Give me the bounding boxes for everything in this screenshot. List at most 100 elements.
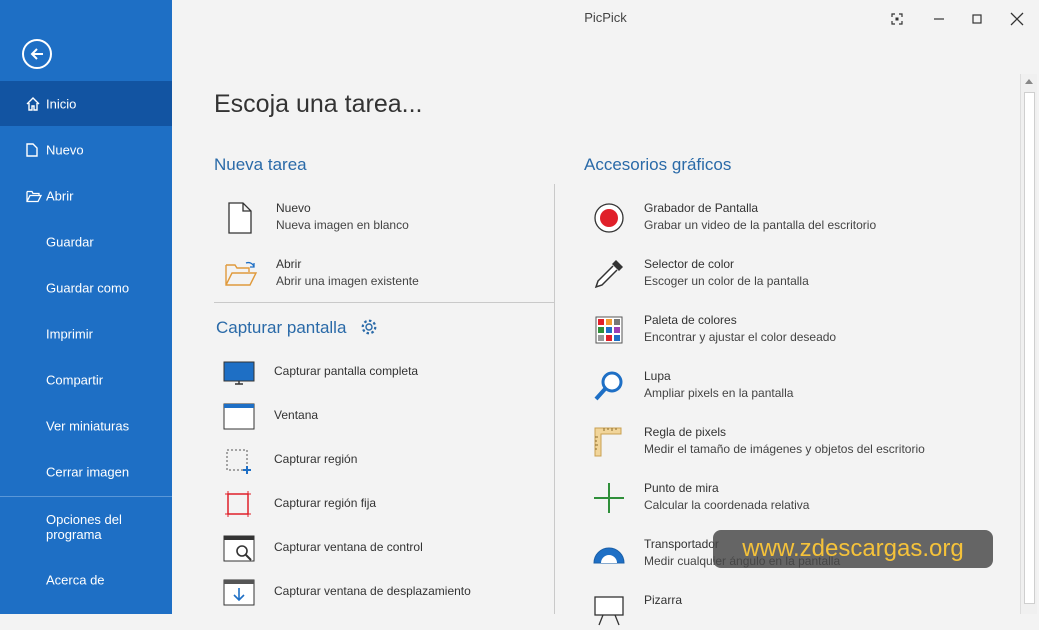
magnifier-icon (594, 371, 623, 401)
sidebar-item-acerca-de[interactable]: Acerca de (0, 557, 172, 602)
folder-open-icon (26, 190, 42, 202)
item-label: Capturar ventana de control (274, 540, 423, 554)
sidebar-item-label: Cerrar imagen (46, 464, 130, 479)
page-title: Escoja una tarea... (214, 90, 423, 118)
sidebar-item-label: Guardar (46, 234, 94, 249)
sidebar-item-imprimir[interactable]: Imprimir (0, 311, 172, 356)
magnifier-item[interactable]: Lupa Ampliar pixels en la pantalla (592, 366, 1012, 406)
capture-fixed-region-item[interactable]: Capturar región fija (222, 484, 542, 524)
sidebar-item-compartir[interactable]: Compartir (0, 357, 172, 402)
control-window-icon (223, 535, 255, 562)
sidebar-item-label: Inicio (46, 96, 77, 111)
sidebar-item-abrir[interactable]: Abrir (0, 173, 172, 218)
ruler-icon (594, 427, 622, 457)
item-subtitle: Ampliar pixels en la pantalla (644, 386, 794, 400)
home-icon (26, 96, 40, 111)
item-subtitle: Medir el tamaño de imágenes y objetos de… (644, 442, 925, 456)
new-image-item[interactable]: Nuevo Nueva imagen en blanco (224, 198, 544, 238)
item-title: Selector de color (644, 257, 735, 271)
vertical-scrollbar[interactable] (1020, 74, 1037, 614)
sidebar-item-label: Acerca de (46, 572, 105, 587)
item-subtitle: Nueva imagen en blanco (276, 218, 409, 232)
item-label: Capturar pantalla completa (274, 364, 419, 378)
color-palette-item[interactable]: Paleta de colores Encontrar y ajustar el… (592, 310, 1012, 350)
item-title: Nuevo (276, 201, 311, 215)
item-title: Paleta de colores (644, 313, 737, 327)
sidebar-divider (0, 496, 172, 497)
monitor-icon (223, 361, 255, 385)
region-select-icon (226, 449, 251, 474)
item-title: Regla de pixels (644, 425, 727, 439)
new-file-icon (228, 202, 252, 234)
new-file-icon (26, 142, 38, 157)
sidebar-item-label: Nuevo (46, 142, 84, 157)
accessories-heading: Accesorios gráficos (584, 155, 732, 174)
maximize-icon[interactable] (968, 10, 986, 28)
item-title: Abrir (276, 257, 302, 271)
window-icon (223, 403, 255, 430)
sidebar: Inicio Nuevo Abrir Guardar Guardar como … (0, 0, 172, 614)
watermark: www.zdescargas.org (713, 530, 993, 568)
protractor-icon (593, 547, 625, 564)
sidebar-item-label: Guardar como (46, 280, 130, 295)
new-task-heading: Nueva tarea (214, 155, 307, 174)
item-title: Grabador de Pantalla (644, 201, 759, 215)
item-subtitle: Encontrar y ajustar el color deseado (644, 330, 837, 344)
scrollbar-thumb[interactable] (1024, 92, 1035, 604)
sidebar-item-inicio[interactable]: Inicio (0, 81, 172, 126)
main-panel: PicPick Escoja una tarea... Nueva tarea … (172, 0, 1039, 626)
minimize-icon[interactable] (930, 10, 948, 28)
item-subtitle: Abrir una imagen existente (276, 274, 419, 288)
crosshair-item[interactable]: Punto de mira Calcular la coordenada rel… (592, 478, 1012, 518)
item-title: Transportador (644, 537, 719, 551)
item-label: Capturar región (274, 452, 358, 466)
window-title: PicPick (584, 10, 627, 25)
folder-open-icon (225, 261, 258, 286)
item-title: Lupa (644, 369, 671, 383)
sidebar-item-label: Imprimir (46, 326, 93, 341)
item-subtitle: Calcular la coordenada relativa (644, 498, 810, 512)
capture-scroll-window-item[interactable]: Capturar ventana de desplazamiento (222, 572, 552, 612)
scroll-up-icon[interactable] (1025, 78, 1033, 84)
sidebar-item-guardar[interactable]: Guardar (0, 219, 172, 264)
capture-control-window-item[interactable]: Capturar ventana de control (222, 528, 542, 568)
item-title: Punto de mira (644, 481, 719, 495)
screen-recorder-item[interactable]: Grabador de Pantalla Grabar un video de … (592, 198, 1012, 238)
sidebar-item-cerrar-imagen[interactable]: Cerrar imagen (0, 449, 172, 494)
whiteboard-item[interactable]: Pizarra (592, 590, 1012, 630)
item-title: Pizarra (644, 593, 683, 607)
scroll-window-icon (223, 579, 255, 606)
sidebar-item-label: Ver miniaturas (46, 418, 130, 433)
whiteboard-icon (594, 596, 624, 626)
arrow-left-icon (30, 48, 43, 60)
close-icon[interactable] (1008, 10, 1026, 28)
sidebar-item-label: Compartir (46, 372, 104, 387)
column-divider (554, 184, 555, 614)
gear-icon[interactable] (360, 318, 378, 336)
palette-grid-icon (595, 316, 623, 344)
section-divider (214, 302, 554, 303)
sidebar-item-label: Abrir (46, 188, 74, 203)
pixel-ruler-item[interactable]: Regla de pixels Medir el tamaño de imáge… (592, 422, 1012, 462)
color-picker-item[interactable]: Selector de color Escoger un color de la… (592, 254, 1012, 294)
back-button[interactable] (22, 39, 52, 69)
capture-fullscreen-item[interactable]: Capturar pantalla completa (222, 352, 542, 392)
sidebar-item-nuevo[interactable]: Nuevo (0, 127, 172, 172)
fixed-region-icon (225, 491, 251, 517)
capture-window-item[interactable]: Ventana (222, 396, 542, 436)
item-label: Capturar región fija (274, 496, 377, 510)
item-subtitle: Escoger un color de la pantalla (644, 274, 809, 288)
crosshair-icon (594, 483, 624, 513)
sidebar-item-ver-miniaturas[interactable]: Ver miniaturas (0, 403, 172, 448)
capture-region-item[interactable]: Capturar región (222, 440, 542, 480)
item-label: Ventana (274, 408, 319, 422)
record-icon (594, 203, 624, 233)
open-image-item[interactable]: Abrir Abrir una imagen existente (224, 254, 544, 294)
item-subtitle: Grabar un video de la pantalla del escri… (644, 218, 877, 232)
eyedropper-icon (594, 260, 623, 289)
sidebar-item-label: Opciones del programa (46, 512, 122, 542)
capture-heading: Capturar pantalla (216, 318, 347, 337)
sidebar-item-guardar-como[interactable]: Guardar como (0, 265, 172, 310)
sidebar-item-opciones[interactable]: Opciones del programa (0, 502, 172, 552)
capture-icon[interactable] (888, 10, 906, 28)
